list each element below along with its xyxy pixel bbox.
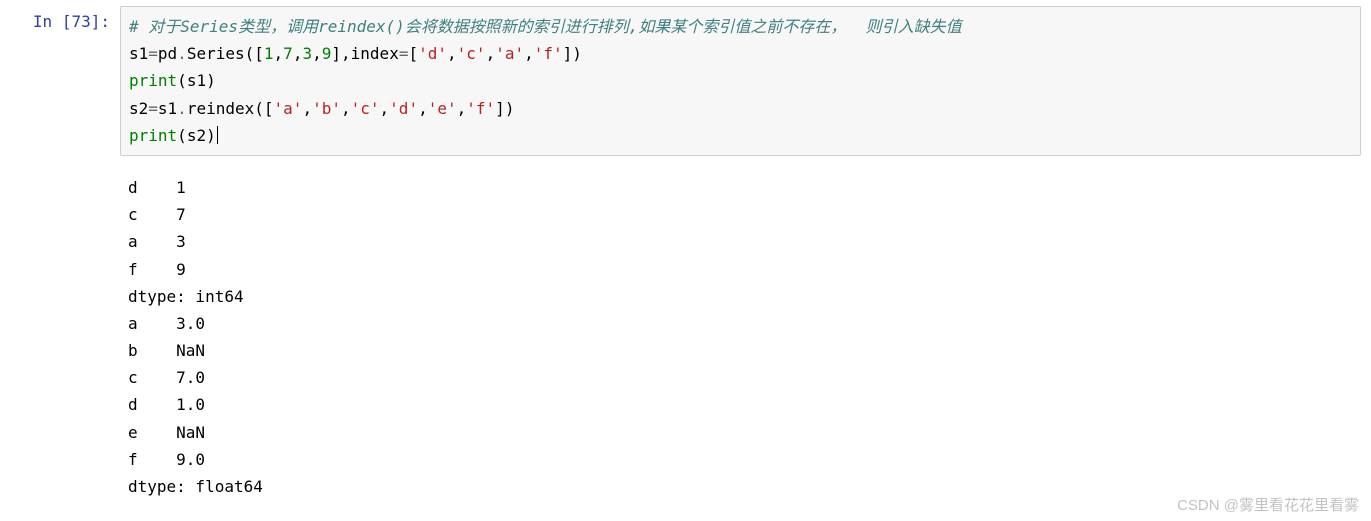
input-cell: In [73]: # 对于Series类型，调用reindex()会将数据按照新… xyxy=(0,0,1371,162)
output-cell: d 1 c 7 a 3 f 9 dtype: int64 a 3.0 b NaN… xyxy=(0,162,1371,512)
watermark: CSDN @雾里看花花里看雾 xyxy=(1177,494,1359,515)
text-cursor xyxy=(217,126,218,144)
input-prompt: In [73]: xyxy=(0,6,120,156)
prompt-number: 73 xyxy=(71,12,90,31)
code-line-3: print(s1) xyxy=(129,67,1352,94)
code-line-1: # 对于Series类型，调用reindex()会将数据按照新的索引进行排列,如… xyxy=(129,13,1352,40)
prompt-bracket-close: ]: xyxy=(91,12,110,31)
code-line-2: s1=pd.Series([1,7,3,9],index=['d','c','a… xyxy=(129,40,1352,67)
code-line-5: print(s2) xyxy=(129,122,1352,149)
code-line-4: s2=s1.reindex(['a','b','c','d','e','f']) xyxy=(129,95,1352,122)
prompt-in-label: In xyxy=(33,12,62,31)
code-input-area[interactable]: # 对于Series类型，调用reindex()会将数据按照新的索引进行排列,如… xyxy=(120,6,1361,156)
comment-text: # 对于Series类型，调用reindex()会将数据按照新的索引进行排列,如… xyxy=(129,17,962,36)
output-text: d 1 c 7 a 3 f 9 dtype: int64 a 3.0 b NaN… xyxy=(120,168,1371,506)
output-prompt xyxy=(0,168,120,506)
